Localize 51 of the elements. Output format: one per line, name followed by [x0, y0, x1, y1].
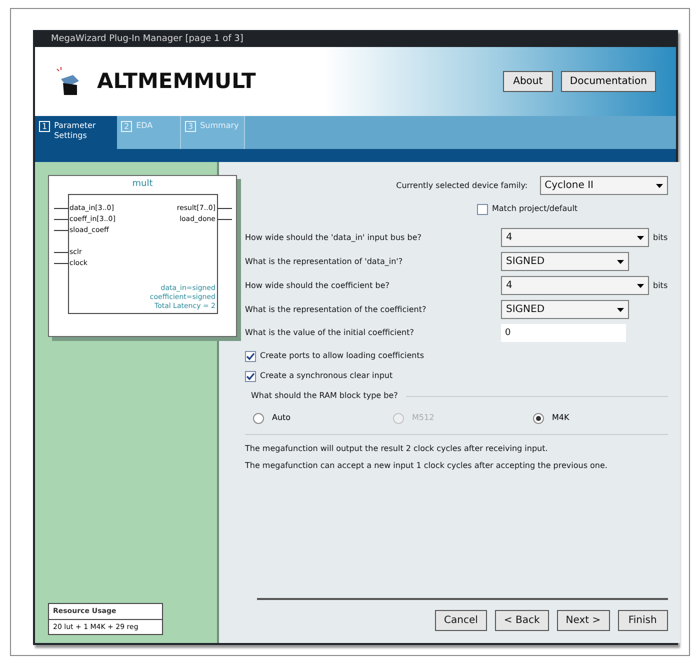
dropdown[interactable]: 4: [501, 276, 649, 295]
tab-label: Summary: [200, 121, 239, 131]
field-label: What is the representation of the coefficient?: [245, 304, 428, 316]
group-label: What should the RAM block type be?: [251, 390, 398, 402]
checkmark-icon: [246, 372, 255, 380]
tab-label: Parameter Settings: [54, 121, 97, 141]
dropdown-arrow-icon: [617, 260, 624, 264]
dropdown-arrow-icon: [637, 284, 644, 288]
tab-number: 3: [185, 121, 196, 132]
dialog-button[interactable]: < Back: [494, 610, 549, 631]
checkbox-label: Create ports to allow loading coefficients: [260, 350, 424, 362]
radio-label: M512: [412, 412, 434, 424]
dialog-button[interactable]: About: [502, 71, 553, 92]
window-title: MegaWizard Plug-In Manager [page 1 of 3]: [51, 32, 244, 46]
megafunction-title: ALTMEMMULT: [97, 68, 256, 95]
dialog-button[interactable]: Documentation: [560, 71, 656, 92]
device-family-label: Currently selected device family:: [396, 180, 528, 192]
checkmark-icon: [246, 352, 255, 360]
dialog-button[interactable]: Finish: [618, 610, 668, 631]
tab[interactable]: 1 Parameter Settings: [35, 116, 117, 149]
field-label: What is the value of the initial coefficient?: [245, 327, 415, 339]
field-label: How wide should the coefficient be?: [245, 280, 391, 292]
radio-label: M4K: [552, 412, 570, 424]
unit-label: bits: [653, 232, 668, 244]
dropdown-arrow-icon: [617, 308, 624, 312]
checkbox-label: Create a synchronous clear input: [260, 370, 393, 382]
tab-label: EDA: [136, 121, 153, 131]
checkbox[interactable]: [477, 204, 488, 214]
field-label: What is the representation of 'data_in'?: [245, 256, 404, 268]
unit-label: bits: [653, 280, 668, 292]
dropdown[interactable]: Cyclone II: [540, 176, 668, 195]
radio-button[interactable]: [253, 412, 264, 424]
radio-button[interactable]: [533, 412, 544, 424]
info-text: The megafunction will output the result 2 clock cycles after receiving input.: [245, 443, 549, 454]
dropdown[interactable]: SIGNED: [501, 252, 629, 271]
tab-number: 2: [121, 121, 132, 132]
field-label: How wide should the 'data_in' input bus be?: [245, 232, 423, 244]
symbol-title: mult: [132, 178, 153, 191]
checkbox[interactable]: [245, 350, 256, 362]
dropdown[interactable]: 4: [501, 228, 649, 247]
dropdown-arrow-icon: [637, 236, 644, 240]
dialog-button[interactable]: Next >: [556, 610, 610, 631]
radio-label: Auto: [272, 412, 291, 424]
checkbox[interactable]: [245, 370, 256, 382]
checkbox-label: Match project/default: [492, 203, 578, 215]
input-field[interactable]: 0: [501, 324, 626, 342]
dropdown[interactable]: SIGNED: [501, 300, 629, 319]
dropdown-arrow-icon: [656, 184, 663, 188]
info-text: The megafunction can accept a new input 1 clock cycles after accepting the previous one.: [245, 460, 608, 471]
tab-number: 1: [39, 121, 50, 132]
dialog-button[interactable]: Cancel: [435, 610, 487, 631]
